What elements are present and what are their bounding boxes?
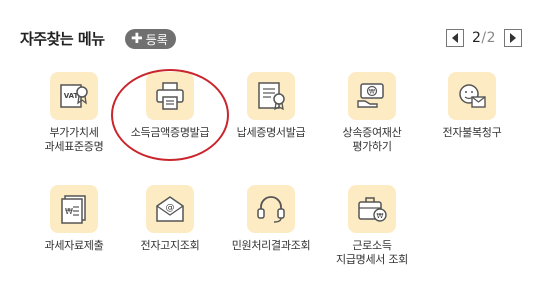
- menu-item-earned-income-statement[interactable]: ₩ 근로소득 지급명세서 조회: [322, 185, 422, 267]
- plus-icon: ✚: [131, 31, 143, 47]
- hand-money-icon: ₩: [348, 72, 396, 120]
- briefcase-won-icon: ₩: [348, 185, 396, 233]
- section-title: 자주찾는 메뉴: [20, 30, 105, 48]
- menu-item-vat-certificate[interactable]: VAT 부가가치세 과세표준증명: [24, 72, 124, 154]
- page-indicator: 2/2: [471, 30, 496, 46]
- next-page-button[interactable]: [504, 29, 522, 47]
- highlight-circle: [111, 69, 229, 161]
- svg-text:₩: ₩: [65, 207, 73, 216]
- menu-item-inheritance-valuation[interactable]: ₩ 상속증여재산 평가하기: [322, 72, 422, 154]
- chevron-left-icon: [451, 33, 458, 43]
- certificate-seal-icon: [247, 72, 295, 120]
- menu-item-tax-data-submission[interactable]: ₩ 과세자료제출: [24, 185, 124, 253]
- menu-item-electronic-appeal[interactable]: 전자불복청구: [422, 72, 522, 140]
- chevron-right-icon: [510, 33, 516, 43]
- register-label: 등록: [145, 32, 168, 47]
- menu-item-label: 상속증여재산 평가하기: [342, 126, 402, 153]
- face-message-icon: [448, 72, 496, 120]
- email-envelope-icon: @: [146, 185, 194, 233]
- svg-text:₩: ₩: [369, 89, 375, 96]
- headset-icon: [247, 185, 295, 233]
- vat-certificate-icon: VAT: [50, 72, 98, 120]
- pagination: 2/2: [445, 29, 522, 47]
- prev-page-button[interactable]: [445, 29, 464, 47]
- menu-item-label: 민원처리결과조회: [231, 239, 311, 252]
- menu-item-label: 근로소득 지급명세서 조회: [336, 239, 408, 266]
- menu-item-electronic-notice[interactable]: @ 전자고지조회: [120, 185, 220, 253]
- menu-item-label: 전자불복청구: [442, 126, 502, 139]
- svg-text:@: @: [166, 203, 175, 213]
- menu-item-label: 부가가치세 과세표준증명: [44, 126, 104, 153]
- menu-item-label: 납세증명서발급: [236, 126, 306, 139]
- menu-item-label: 과세자료제출: [44, 239, 104, 252]
- svg-text:VAT: VAT: [64, 92, 79, 100]
- menu-item-label: 전자고지조회: [140, 239, 200, 252]
- menu-item-civil-complaint-result[interactable]: 민원처리결과조회: [221, 185, 321, 253]
- won-document-icon: ₩: [50, 185, 98, 233]
- register-button[interactable]: ✚ 등록: [125, 29, 176, 49]
- svg-text:₩: ₩: [377, 212, 384, 220]
- menu-item-tax-payment-certificate[interactable]: 납세증명서발급: [221, 72, 321, 140]
